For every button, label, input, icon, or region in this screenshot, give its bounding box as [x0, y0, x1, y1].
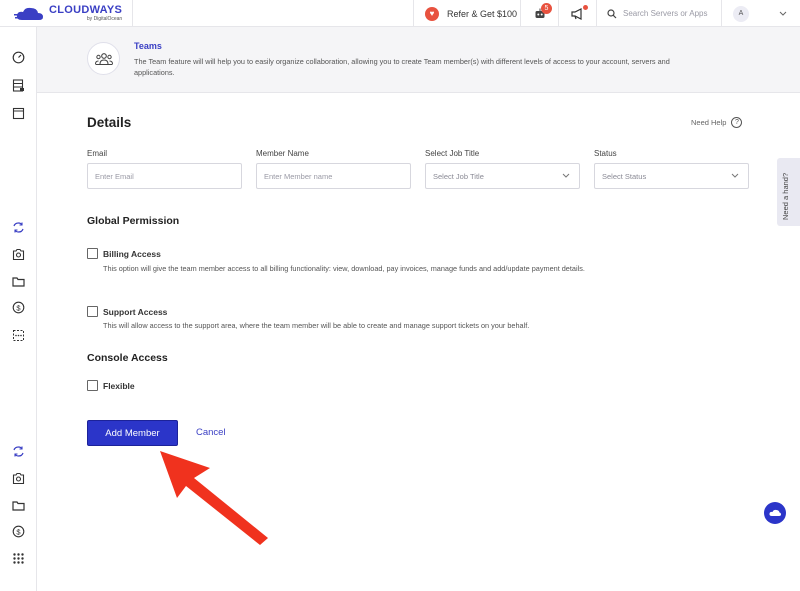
refer-label: Refer & Get $100	[447, 8, 518, 19]
need-a-hand-label: Need a hand?	[781, 172, 790, 220]
status-select[interactable]: Select Status	[594, 163, 749, 189]
settings-icon[interactable]	[11, 247, 25, 261]
global-permission-heading: Global Permission	[87, 215, 180, 227]
apps-grid-icon[interactable]	[11, 551, 25, 565]
need-a-hand-tab[interactable]: Need a hand?	[777, 158, 800, 226]
billing-access-option[interactable]: Billing Access	[87, 248, 161, 259]
megaphone-icon	[571, 7, 582, 20]
logo-name: CLOUDWAYS	[49, 4, 123, 16]
support-access-description: This will allow access to the support ar…	[103, 321, 530, 330]
avatar[interactable]: A	[733, 5, 749, 22]
cancel-button[interactable]: Cancel	[196, 427, 226, 438]
job-title-label: Select Job Title	[425, 149, 480, 158]
dashboard-icon[interactable]	[11, 50, 25, 64]
svg-text:$: $	[16, 527, 21, 536]
add-member-button[interactable]: Add Member	[87, 420, 178, 446]
support-access-checkbox[interactable]	[87, 306, 98, 317]
need-help-link[interactable]: Need Help ?	[691, 117, 743, 128]
need-help-label: Need Help	[691, 118, 727, 127]
annotation-arrow-icon	[160, 451, 268, 545]
folder-icon[interactable]	[11, 274, 25, 288]
account-menu[interactable]: A	[722, 0, 800, 27]
teams-info-banner: Teams The Team feature will will help yo…	[37, 27, 800, 93]
logo-subtitle: by DigitalOcean	[86, 16, 123, 22]
details-heading: Details	[87, 115, 132, 130]
cloudways-logo[interactable]: CLOUDWAYS by DigitalOcean	[0, 0, 133, 27]
billing-icon[interactable]: $	[11, 300, 25, 314]
left-sidebar: $ $	[0, 27, 37, 591]
chevron-down-icon[interactable]	[779, 11, 787, 16]
page-title: Teams	[134, 41, 162, 51]
console-access-heading: Console Access	[87, 352, 168, 364]
member-name-field[interactable]	[256, 163, 411, 189]
billing-icon-secondary[interactable]: $	[11, 524, 25, 538]
chat-launcher-button[interactable]	[764, 502, 786, 524]
billing-access-label[interactable]: Billing Access	[103, 249, 161, 259]
job-title-select[interactable]: Select Job Title	[425, 163, 580, 189]
job-title-value: Select Job Title	[433, 171, 484, 181]
chevron-down-icon	[562, 173, 570, 178]
applications-icon[interactable]	[11, 106, 25, 120]
search-input[interactable]: Search Servers or Apps	[623, 9, 707, 18]
settings-icon-secondary[interactable]	[11, 471, 25, 485]
support-access-label[interactable]: Support Access	[103, 307, 167, 317]
heart-icon: ♥	[425, 6, 439, 21]
search-icon	[607, 8, 617, 18]
bot-button[interactable]: 5	[521, 0, 559, 27]
status-value: Select Status	[602, 171, 647, 181]
notification-badge: 5	[541, 3, 552, 14]
flexible-label[interactable]: Flexible	[103, 381, 135, 391]
search-bar[interactable]: Search Servers or Apps	[597, 0, 722, 27]
unread-dot	[583, 5, 588, 10]
billing-access-checkbox[interactable]	[87, 248, 98, 259]
add-ons-grid-icon[interactable]	[11, 328, 25, 342]
member-name-label: Member Name	[256, 149, 309, 158]
refer-button[interactable]: ♥ Refer & Get $100	[413, 0, 521, 27]
servers-icon[interactable]	[11, 78, 25, 92]
chevron-down-icon	[731, 173, 739, 178]
billing-access-description: This option will give the team member ac…	[103, 264, 585, 273]
support-access-option[interactable]: Support Access	[87, 306, 167, 317]
announcements-button[interactable]	[559, 0, 597, 27]
sync-icon-secondary[interactable]	[11, 444, 25, 458]
flexible-option[interactable]: Flexible	[87, 380, 135, 391]
status-label: Status	[594, 149, 617, 158]
folder-icon-secondary[interactable]	[11, 498, 25, 512]
cloud-chat-icon	[769, 509, 781, 516]
email-label: Email	[87, 149, 108, 158]
team-icon	[87, 42, 120, 75]
svg-text:$: $	[16, 303, 21, 312]
top-bar: CLOUDWAYS by DigitalOcean ♥ Refer & Get …	[0, 0, 800, 27]
cloud-logo-icon	[14, 4, 46, 24]
page-description: The Team feature will will help you to e…	[134, 57, 670, 77]
question-icon[interactable]: ?	[731, 117, 743, 128]
flexible-checkbox[interactable]	[87, 380, 98, 391]
email-field[interactable]	[87, 163, 242, 189]
sync-icon[interactable]	[11, 220, 25, 234]
